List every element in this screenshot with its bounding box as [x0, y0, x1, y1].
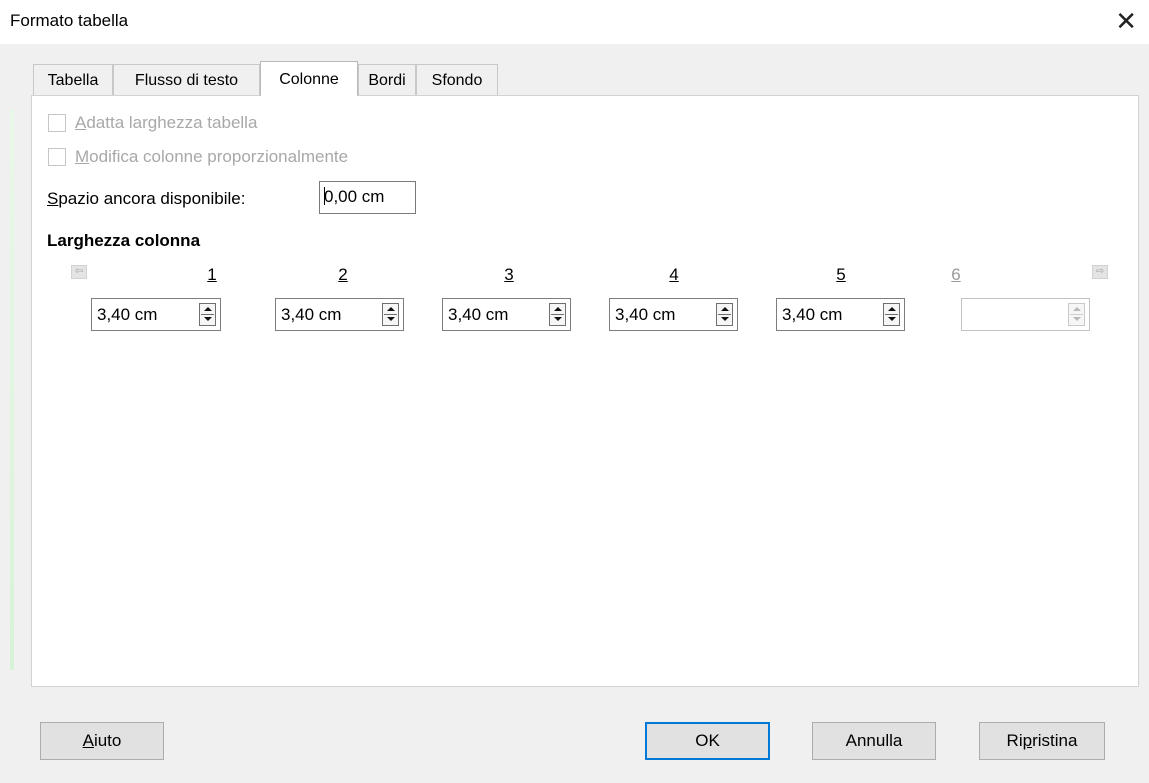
spin-buttons-icon	[1068, 303, 1085, 326]
column-2-width-spinner[interactable]: 3,40 cm	[275, 298, 404, 331]
help-button[interactable]: Aiuto	[40, 722, 164, 760]
spin-buttons-icon[interactable]	[716, 303, 733, 326]
column-2-width-value: 3,40 cm	[281, 305, 342, 324]
column-number-4: 4	[669, 265, 679, 284]
reset-button[interactable]: Ripristina	[979, 722, 1105, 760]
column-1-width-spinner[interactable]: 3,40 cm	[91, 298, 221, 331]
remaining-space-field[interactable]: 0,00 cm	[319, 181, 416, 214]
scroll-right-icon[interactable]: ⇨	[1092, 265, 1108, 279]
ok-button[interactable]: OK	[645, 722, 770, 760]
tab-colonne[interactable]: Colonne	[260, 61, 358, 96]
column-1-width-value: 3,40 cm	[97, 305, 158, 324]
column-3-width-spinner[interactable]: 3,40 cm	[442, 298, 571, 331]
column-number-1: 1	[207, 265, 217, 284]
fit-width-label: Adatta larghezza tabella	[75, 113, 258, 132]
column-4-width-value: 3,40 cm	[615, 305, 676, 324]
column-number-5: 5	[836, 265, 846, 284]
proportional-option[interactable]: Modifica colonne proporzionalmente	[48, 146, 348, 168]
column-width-heading: Larghezza colonna	[47, 231, 201, 250]
tab-tabella[interactable]: Tabella	[33, 64, 113, 95]
title-bar: Formato tabella ✕	[0, 0, 1149, 44]
spin-buttons-icon[interactable]	[883, 303, 900, 326]
fit-width-checkbox[interactable]	[48, 114, 66, 132]
spin-buttons-icon[interactable]	[549, 303, 566, 326]
tab-panel-colonne	[31, 95, 1139, 687]
proportional-label: Modifica colonne proporzionalmente	[75, 147, 349, 166]
cancel-button[interactable]: Annulla	[812, 722, 936, 760]
column-number-3: 3	[504, 265, 514, 284]
column-5-width-value: 3,40 cm	[782, 305, 843, 324]
proportional-checkbox[interactable]	[48, 148, 66, 166]
side-accent	[10, 110, 14, 670]
column-6-width-spinner	[961, 298, 1090, 331]
column-4-width-spinner[interactable]: 3,40 cm	[609, 298, 738, 331]
scroll-left-icon[interactable]: ⇦	[71, 265, 87, 279]
tab-sfondo[interactable]: Sfondo	[416, 64, 498, 95]
column-number-6: 6	[951, 265, 961, 284]
tab-flusso-di-testo[interactable]: Flusso di testo	[113, 64, 260, 95]
remaining-space-label: Spazio ancora disponibile:	[47, 189, 246, 208]
column-5-width-spinner[interactable]: 3,40 cm	[776, 298, 905, 331]
spin-buttons-icon[interactable]	[199, 303, 216, 326]
spin-buttons-icon[interactable]	[382, 303, 399, 326]
dialog-title: Formato tabella	[10, 11, 129, 30]
column-number-2: 2	[338, 265, 348, 284]
column-3-width-value: 3,40 cm	[448, 305, 509, 324]
fit-width-option[interactable]: Adatta larghezza tabella	[48, 112, 257, 134]
tab-bordi[interactable]: Bordi	[358, 64, 416, 95]
close-icon[interactable]: ✕	[1115, 6, 1137, 36]
